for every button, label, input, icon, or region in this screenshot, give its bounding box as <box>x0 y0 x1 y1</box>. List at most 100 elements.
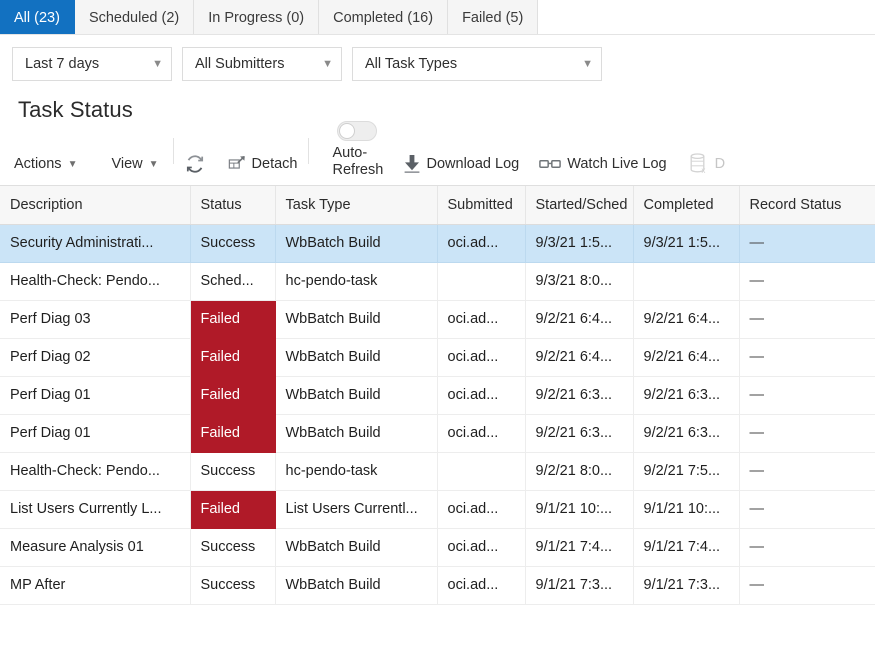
detach-label: Detach <box>251 156 298 172</box>
tab-scheduled-label: Scheduled (2) <box>88 9 180 26</box>
cell-started-sched: 9/2/21 6:4... <box>525 300 634 339</box>
actions-menu-label: Actions <box>14 156 62 172</box>
cell-description: Perf Diag 02 <box>0 338 191 377</box>
cell-task-type: WbBatch Build <box>275 338 438 377</box>
cell-status: Failed <box>190 414 276 453</box>
cell-status: Failed <box>190 490 276 529</box>
cell-completed <box>633 262 740 301</box>
submitter-select[interactable]: All Submitters ▼ <box>182 47 342 81</box>
cell-started-sched: 9/2/21 6:3... <box>525 414 634 453</box>
detach-icon <box>228 156 245 169</box>
cell-record-status: — <box>739 262 875 301</box>
actions-menu-button[interactable]: Actions ▼ <box>14 149 81 179</box>
page-title: Task Status <box>18 97 133 122</box>
cell-description: Health-Check: Pendo... <box>0 452 191 491</box>
column-header-description[interactable]: Description <box>0 186 191 225</box>
purge-button: x D <box>689 149 725 179</box>
table-row[interactable]: Measure Analysis 01 Success WbBatch Build o… <box>0 528 875 567</box>
cell-task-type: WbBatch Build <box>275 224 438 263</box>
date-range-select[interactable]: Last 7 days ▼ <box>12 47 172 81</box>
chevron-down-icon: ▼ <box>148 158 159 170</box>
download-log-label: Download Log <box>426 156 520 172</box>
chevron-down-icon: ▼ <box>582 57 593 70</box>
cell-started-sched: 9/1/21 7:3... <box>525 566 634 605</box>
auto-refresh-toggle[interactable] <box>336 121 377 141</box>
column-header-started-sched[interactable]: Started/Sched <box>525 186 634 225</box>
watch-live-log-label: Watch Live Log <box>567 156 667 172</box>
cell-task-type: WbBatch Build <box>275 414 438 453</box>
table-row[interactable]: Perf Diag 01 Failed WbBatch Build oci.ad...… <box>0 376 875 415</box>
cell-submitted: oci.ad... <box>437 338 526 377</box>
table-row[interactable]: Security Administrati... Success WbBatch B… <box>0 224 875 263</box>
cell-description: Security Administrati... <box>0 224 191 263</box>
detach-button[interactable]: Detach <box>228 149 298 179</box>
chevron-down-icon: ▼ <box>152 57 163 70</box>
cell-started-sched: 9/2/21 6:3... <box>525 376 634 415</box>
refresh-button[interactable] <box>184 149 206 179</box>
glasses-icon <box>539 160 562 168</box>
cell-record-status: — <box>739 414 875 453</box>
watch-live-log-button[interactable]: Watch Live Log <box>539 149 667 179</box>
cell-description: Perf Diag 01 <box>0 414 191 453</box>
cell-submitted: oci.ad... <box>437 414 526 453</box>
table-row[interactable]: Health-Check: Pendo... Success hc-pendo-ta… <box>0 452 875 491</box>
date-range-value: Last 7 days <box>25 56 100 72</box>
status-tabbar: All (23) Scheduled (2) In Progress (0) C… <box>0 0 875 35</box>
cell-task-type: List Users Currentl... <box>275 490 438 529</box>
cell-completed: 9/2/21 6:3... <box>633 376 740 415</box>
cell-task-type: hc-pendo-task <box>275 262 438 301</box>
download-icon <box>404 155 419 173</box>
column-header-record-status[interactable]: Record Status <box>739 186 875 225</box>
table-row[interactable]: Health-Check: Pendo... Sched... hc-pendo-t… <box>0 262 875 301</box>
cell-status: Success <box>190 452 276 491</box>
download-log-button[interactable]: Download Log <box>403 149 520 179</box>
column-header-task-type[interactable]: Task Type <box>275 186 438 225</box>
column-header-submitted[interactable]: Submitted <box>437 186 526 225</box>
table-row[interactable]: List Users Currently L... Failed List User… <box>0 490 875 529</box>
cell-status: Failed <box>190 376 276 415</box>
tab-in-progress-label: In Progress (0) <box>208 9 305 26</box>
tab-failed-label: Failed (5) <box>462 9 524 26</box>
task-status-table: Description Status Task Type Submitted S… <box>0 185 875 605</box>
table-row[interactable]: Perf Diag 02 Failed WbBatch Build oci.ad...… <box>0 338 875 377</box>
cell-completed: 9/1/21 10:... <box>633 490 740 529</box>
tab-failed[interactable]: Failed (5) <box>448 0 539 35</box>
cell-started-sched: 9/1/21 10:... <box>525 490 634 529</box>
cell-description: Measure Analysis 01 <box>0 528 191 567</box>
cell-task-type: WbBatch Build <box>275 376 438 415</box>
tab-scheduled[interactable]: Scheduled (2) <box>74 0 195 35</box>
cell-completed: 9/1/21 7:4... <box>633 528 740 567</box>
tab-in-progress[interactable]: In Progress (0) <box>194 0 320 35</box>
cell-submitted: oci.ad... <box>437 566 526 605</box>
cell-record-status: — <box>739 566 875 605</box>
table-row[interactable]: Perf Diag 03 Failed WbBatch Build oci.ad...… <box>0 300 875 339</box>
filter-bar: Last 7 days ▼ All Submitters ▼ All Task … <box>0 35 875 93</box>
cell-status: Sched... <box>190 262 276 301</box>
cell-record-status: — <box>739 376 875 415</box>
cell-task-type: hc-pendo-task <box>275 452 438 491</box>
purge-label: D <box>714 156 726 172</box>
tab-completed[interactable]: Completed (16) <box>319 0 449 35</box>
table-row[interactable]: Perf Diag 01 Failed WbBatch Build oci.ad...… <box>0 414 875 453</box>
task-type-select[interactable]: All Task Types ▼ <box>352 47 602 81</box>
cell-started-sched: 9/1/21 7:4... <box>525 528 634 567</box>
cell-task-type: WbBatch Build <box>275 300 438 339</box>
cell-record-status: — <box>739 338 875 377</box>
cell-started-sched: 9/3/21 1:5... <box>525 224 634 263</box>
cell-record-status: — <box>739 224 875 263</box>
cell-record-status: — <box>739 452 875 491</box>
cell-completed: 9/2/21 6:4... <box>633 338 740 377</box>
cell-status: Success <box>190 566 276 605</box>
table-row[interactable]: MP After Success WbBatch Build oci.ad... 9/1… <box>0 566 875 605</box>
cell-status: Success <box>190 528 276 567</box>
tab-all[interactable]: All (23) <box>0 0 75 35</box>
cell-record-status: — <box>739 300 875 339</box>
cell-status: Success <box>190 224 276 263</box>
cell-submitted: oci.ad... <box>437 300 526 339</box>
cell-task-type: WbBatch Build <box>275 566 438 605</box>
column-header-completed[interactable]: Completed <box>633 186 740 225</box>
task-type-value: All Task Types <box>365 56 458 72</box>
chevron-down-icon: ▼ <box>322 57 333 70</box>
column-header-status[interactable]: Status <box>190 186 276 225</box>
view-menu-button[interactable]: View ▼ <box>111 149 162 179</box>
